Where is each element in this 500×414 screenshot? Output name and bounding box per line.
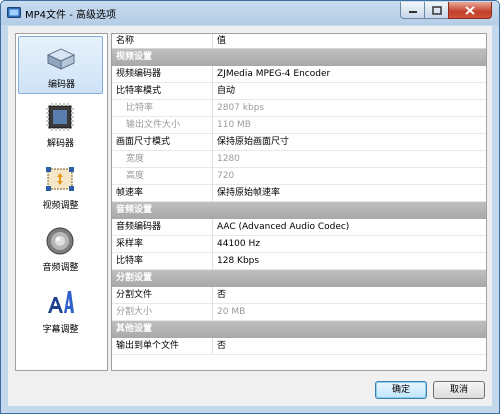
minimize-icon xyxy=(408,11,417,13)
property-name: 视频编码器 xyxy=(116,69,162,79)
app-icon xyxy=(7,7,21,18)
column-header-name[interactable]: 名称 xyxy=(116,34,206,48)
close-button[interactable] xyxy=(448,2,492,19)
property-value: 1280 xyxy=(212,151,486,168)
property-value[interactable]: 否 xyxy=(212,338,486,355)
property-value[interactable]: 自动 xyxy=(212,83,486,100)
category-label: 分割设置 xyxy=(116,273,153,283)
decoder-icon xyxy=(46,103,74,131)
property-name: 输出到单个文件 xyxy=(116,341,180,351)
category-other[interactable]: 其他设置 xyxy=(112,321,486,338)
nav-item-video-adjust[interactable]: 视频调整 xyxy=(18,158,103,216)
category-video[interactable]: 视频设置 xyxy=(112,49,486,66)
nav-label: 解码器 xyxy=(46,139,74,149)
category-label: 音频设置 xyxy=(116,205,153,215)
minimize-button[interactable] xyxy=(400,2,425,19)
nav-label: 音频调整 xyxy=(42,263,79,273)
property-grid: 名称 值 视频设置 视频编码器 ZJMedia MPEG-4 Encoder 比… xyxy=(111,33,487,371)
maximize-button[interactable] xyxy=(424,2,449,19)
ok-button[interactable]: 确定 xyxy=(375,381,427,399)
nav-item-encoder[interactable]: 编码器 xyxy=(18,36,103,94)
property-name: 宽度 xyxy=(126,154,145,164)
property-name: 音频编码器 xyxy=(116,222,162,232)
close-icon xyxy=(465,5,475,15)
nav-label: 视频调整 xyxy=(42,201,79,211)
property-value[interactable]: ZJMedia MPEG-4 Encoder xyxy=(212,66,486,83)
property-value: 20 MB xyxy=(212,304,486,321)
maximize-icon xyxy=(431,5,442,15)
category-nav: 编码器 解码器 视频调整 音频调整 字幕调整 xyxy=(15,33,108,371)
property-name: 分割文件 xyxy=(116,290,153,300)
nav-label: 字幕调整 xyxy=(42,325,79,335)
property-name: 比特率 xyxy=(116,256,144,266)
category-split[interactable]: 分割设置 xyxy=(112,270,486,287)
dialog-client: 编码器 解码器 视频调整 音频调整 字幕调整 名称 值 视频设置 视频编码器 Z… xyxy=(8,26,492,406)
property-name: 采样率 xyxy=(116,239,144,249)
property-value[interactable]: 128 Kbps xyxy=(212,253,486,270)
property-row: 输出文件大小 110 MB xyxy=(112,117,486,134)
property-value[interactable]: 否 xyxy=(212,287,486,304)
property-row[interactable]: 输出到单个文件 否 xyxy=(112,338,486,355)
category-label: 视频设置 xyxy=(116,52,153,62)
property-row: 分割大小 20 MB xyxy=(112,304,486,321)
window-title: MP4文件 - 高级选项 xyxy=(25,10,116,21)
property-name: 高度 xyxy=(126,171,145,181)
options-window: MP4文件 - 高级选项 编码器 解码器 视频调整 音频调整 字幕调整 名称 值… xyxy=(0,0,500,414)
subtitle-icon xyxy=(48,291,74,313)
property-row[interactable]: 比特率模式 自动 xyxy=(112,83,486,100)
property-row[interactable]: 帧速率 保持原始帧速率 xyxy=(112,185,486,202)
grid-header: 名称 值 xyxy=(112,34,486,49)
cancel-button[interactable]: 取消 xyxy=(433,381,485,399)
encoder-icon xyxy=(46,48,76,70)
video-adjust-icon xyxy=(46,167,74,191)
nav-item-subtitle-adjust[interactable]: 字幕调整 xyxy=(18,282,103,340)
property-row: 宽度 1280 xyxy=(112,151,486,168)
nav-label: 编码器 xyxy=(47,80,75,90)
property-row[interactable]: 采样率 44100 Hz xyxy=(112,236,486,253)
property-value[interactable]: AAC (Advanced Audio Codec) xyxy=(212,219,486,236)
property-row: 高度 720 xyxy=(112,168,486,185)
property-value: 2807 kbps xyxy=(212,100,486,117)
property-row[interactable]: 视频编码器 ZJMedia MPEG-4 Encoder xyxy=(112,66,486,83)
property-name: 帧速率 xyxy=(116,188,144,198)
property-value[interactable]: 保持原始帧速率 xyxy=(212,185,486,202)
property-row: 比特率 2807 kbps xyxy=(112,100,486,117)
nav-item-decoder[interactable]: 解码器 xyxy=(18,96,103,154)
property-row[interactable]: 音频编码器 AAC (Advanced Audio Codec) xyxy=(112,219,486,236)
column-header-value[interactable]: 值 xyxy=(212,34,486,48)
property-value[interactable]: 保持原始画面尺寸 xyxy=(212,134,486,151)
property-name: 比特率模式 xyxy=(116,86,162,96)
audio-adjust-icon xyxy=(46,227,74,255)
title-bar[interactable]: MP4文件 - 高级选项 xyxy=(1,1,499,25)
property-name: 输出文件大小 xyxy=(126,120,181,130)
property-row[interactable]: 画面尺寸模式 保持原始画面尺寸 xyxy=(112,134,486,151)
category-label: 其他设置 xyxy=(116,324,153,334)
property-row[interactable]: 分割文件 否 xyxy=(112,287,486,304)
property-name: 分割大小 xyxy=(116,307,153,317)
property-name: 画面尺寸模式 xyxy=(116,137,171,147)
property-value[interactable]: 44100 Hz xyxy=(212,236,486,253)
category-audio[interactable]: 音频设置 xyxy=(112,202,486,219)
property-value: 720 xyxy=(212,168,486,185)
property-row[interactable]: 比特率 128 Kbps xyxy=(112,253,486,270)
property-name: 比特率 xyxy=(126,103,154,113)
property-value: 110 MB xyxy=(212,117,486,134)
nav-item-audio-adjust[interactable]: 音频调整 xyxy=(18,220,103,278)
